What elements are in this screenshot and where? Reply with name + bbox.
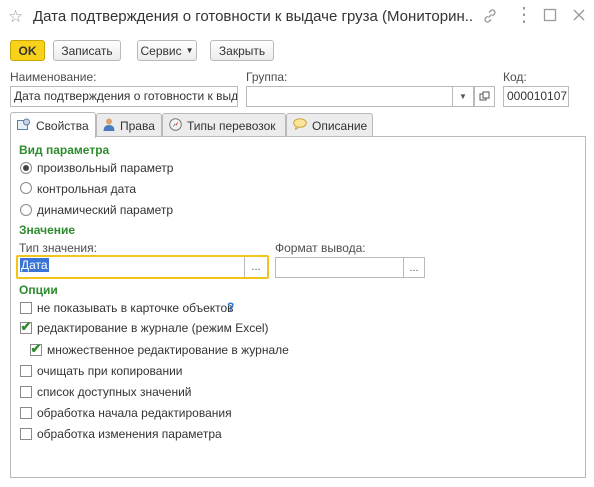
user-icon: [103, 118, 115, 134]
service-button[interactable]: Сервис ▼: [137, 40, 197, 61]
checkbox-label: не показывать в карточке объектов: [37, 301, 234, 315]
type-label: Тип значения:: [19, 241, 97, 255]
group-label: Группа:: [246, 70, 288, 84]
checkbox-clear-on-copy[interactable]: [20, 365, 32, 377]
radio-arbitrary-param[interactable]: [20, 162, 32, 174]
type-value: Дата: [20, 258, 49, 272]
tab-label: Права: [120, 118, 155, 133]
dropdown-arrow-icon: ▼: [185, 46, 194, 55]
maximize-icon[interactable]: [543, 8, 557, 25]
code-label: Код:: [503, 70, 527, 84]
link-icon[interactable]: [482, 8, 498, 27]
service-label: Сервис: [140, 43, 182, 58]
checkbox-hide-in-card[interactable]: [20, 302, 32, 314]
format-field[interactable]: [275, 257, 404, 278]
name-field[interactable]: Дата подтверждения о готовности к выдач: [10, 86, 238, 107]
tab-description[interactable]: Описание: [286, 113, 373, 137]
more-icon[interactable]: ⋮: [514, 5, 534, 25]
options-heading: Опции: [19, 283, 58, 297]
radio-dynamic-param[interactable]: [20, 204, 32, 216]
compass-icon: [169, 117, 182, 134]
checkbox-label: редактирование в журнале (режим Excel): [37, 321, 269, 335]
checkbox-label: очищать при копировании: [37, 364, 183, 378]
code-field[interactable]: 000010107: [503, 86, 569, 107]
type-select-button[interactable]: ...: [244, 257, 267, 277]
tab-rights[interactable]: Права: [96, 113, 162, 137]
tab-label: Описание: [312, 118, 368, 133]
star-icon[interactable]: ☆: [8, 8, 23, 26]
open-icon: [479, 91, 490, 101]
group-field[interactable]: [246, 86, 452, 107]
ok-button[interactable]: OK: [10, 40, 45, 61]
checkbox-label: множественное редактирование в журнале: [47, 343, 289, 357]
title-bar: ☆ Дата подтверждения о готовности к выда…: [0, 0, 594, 36]
type-field[interactable]: Дата: [18, 257, 244, 277]
radio-label: контрольная дата: [37, 182, 137, 196]
checkbox-journal-edit[interactable]: ✔: [20, 319, 32, 334]
close-icon[interactable]: [572, 8, 586, 25]
value-heading: Значение: [19, 223, 76, 237]
write-button[interactable]: Записать: [53, 40, 121, 61]
tab-label: Свойства: [36, 118, 89, 133]
checkmark-icon: ✔: [20, 319, 32, 334]
radio-label: динамический параметр: [37, 203, 174, 217]
dropdown-arrow-icon: ▼: [459, 92, 467, 101]
checkbox-label: обработка начала редактирования: [37, 406, 232, 420]
radio-label: произвольный параметр: [37, 161, 174, 175]
close-button[interactable]: Закрыть: [210, 40, 274, 61]
checkbox-available-values[interactable]: [20, 386, 32, 398]
checkbox-change-handler[interactable]: [20, 428, 32, 440]
tab-label: Типы перевозок: [187, 118, 276, 133]
group-dropdown-button[interactable]: ▼: [452, 86, 474, 107]
checkbox-label: обработка изменения параметра: [37, 427, 222, 441]
checkbox-edit-start-handler[interactable]: [20, 407, 32, 419]
checkbox-label: список доступных значений: [37, 385, 192, 399]
tab-properties[interactable]: Свойства: [10, 112, 96, 138]
tab-transport-types[interactable]: Типы перевозок: [162, 113, 286, 137]
param-kind-heading: Вид параметра: [19, 143, 110, 157]
checkbox-multi-edit[interactable]: ✔: [30, 341, 42, 356]
speech-bubble-icon: [293, 118, 307, 133]
checkmark-icon: ✔: [30, 341, 42, 356]
radio-control-date[interactable]: [20, 182, 32, 194]
help-icon[interactable]: ?: [227, 300, 234, 314]
properties-icon: [17, 118, 31, 134]
format-select-button[interactable]: ...: [403, 257, 425, 278]
name-label: Наименование:: [10, 70, 97, 84]
group-open-button[interactable]: [474, 86, 495, 107]
window-title: Дата подтверждения о готовности к выдаче…: [33, 8, 473, 25]
format-label: Формат вывода:: [275, 241, 366, 255]
